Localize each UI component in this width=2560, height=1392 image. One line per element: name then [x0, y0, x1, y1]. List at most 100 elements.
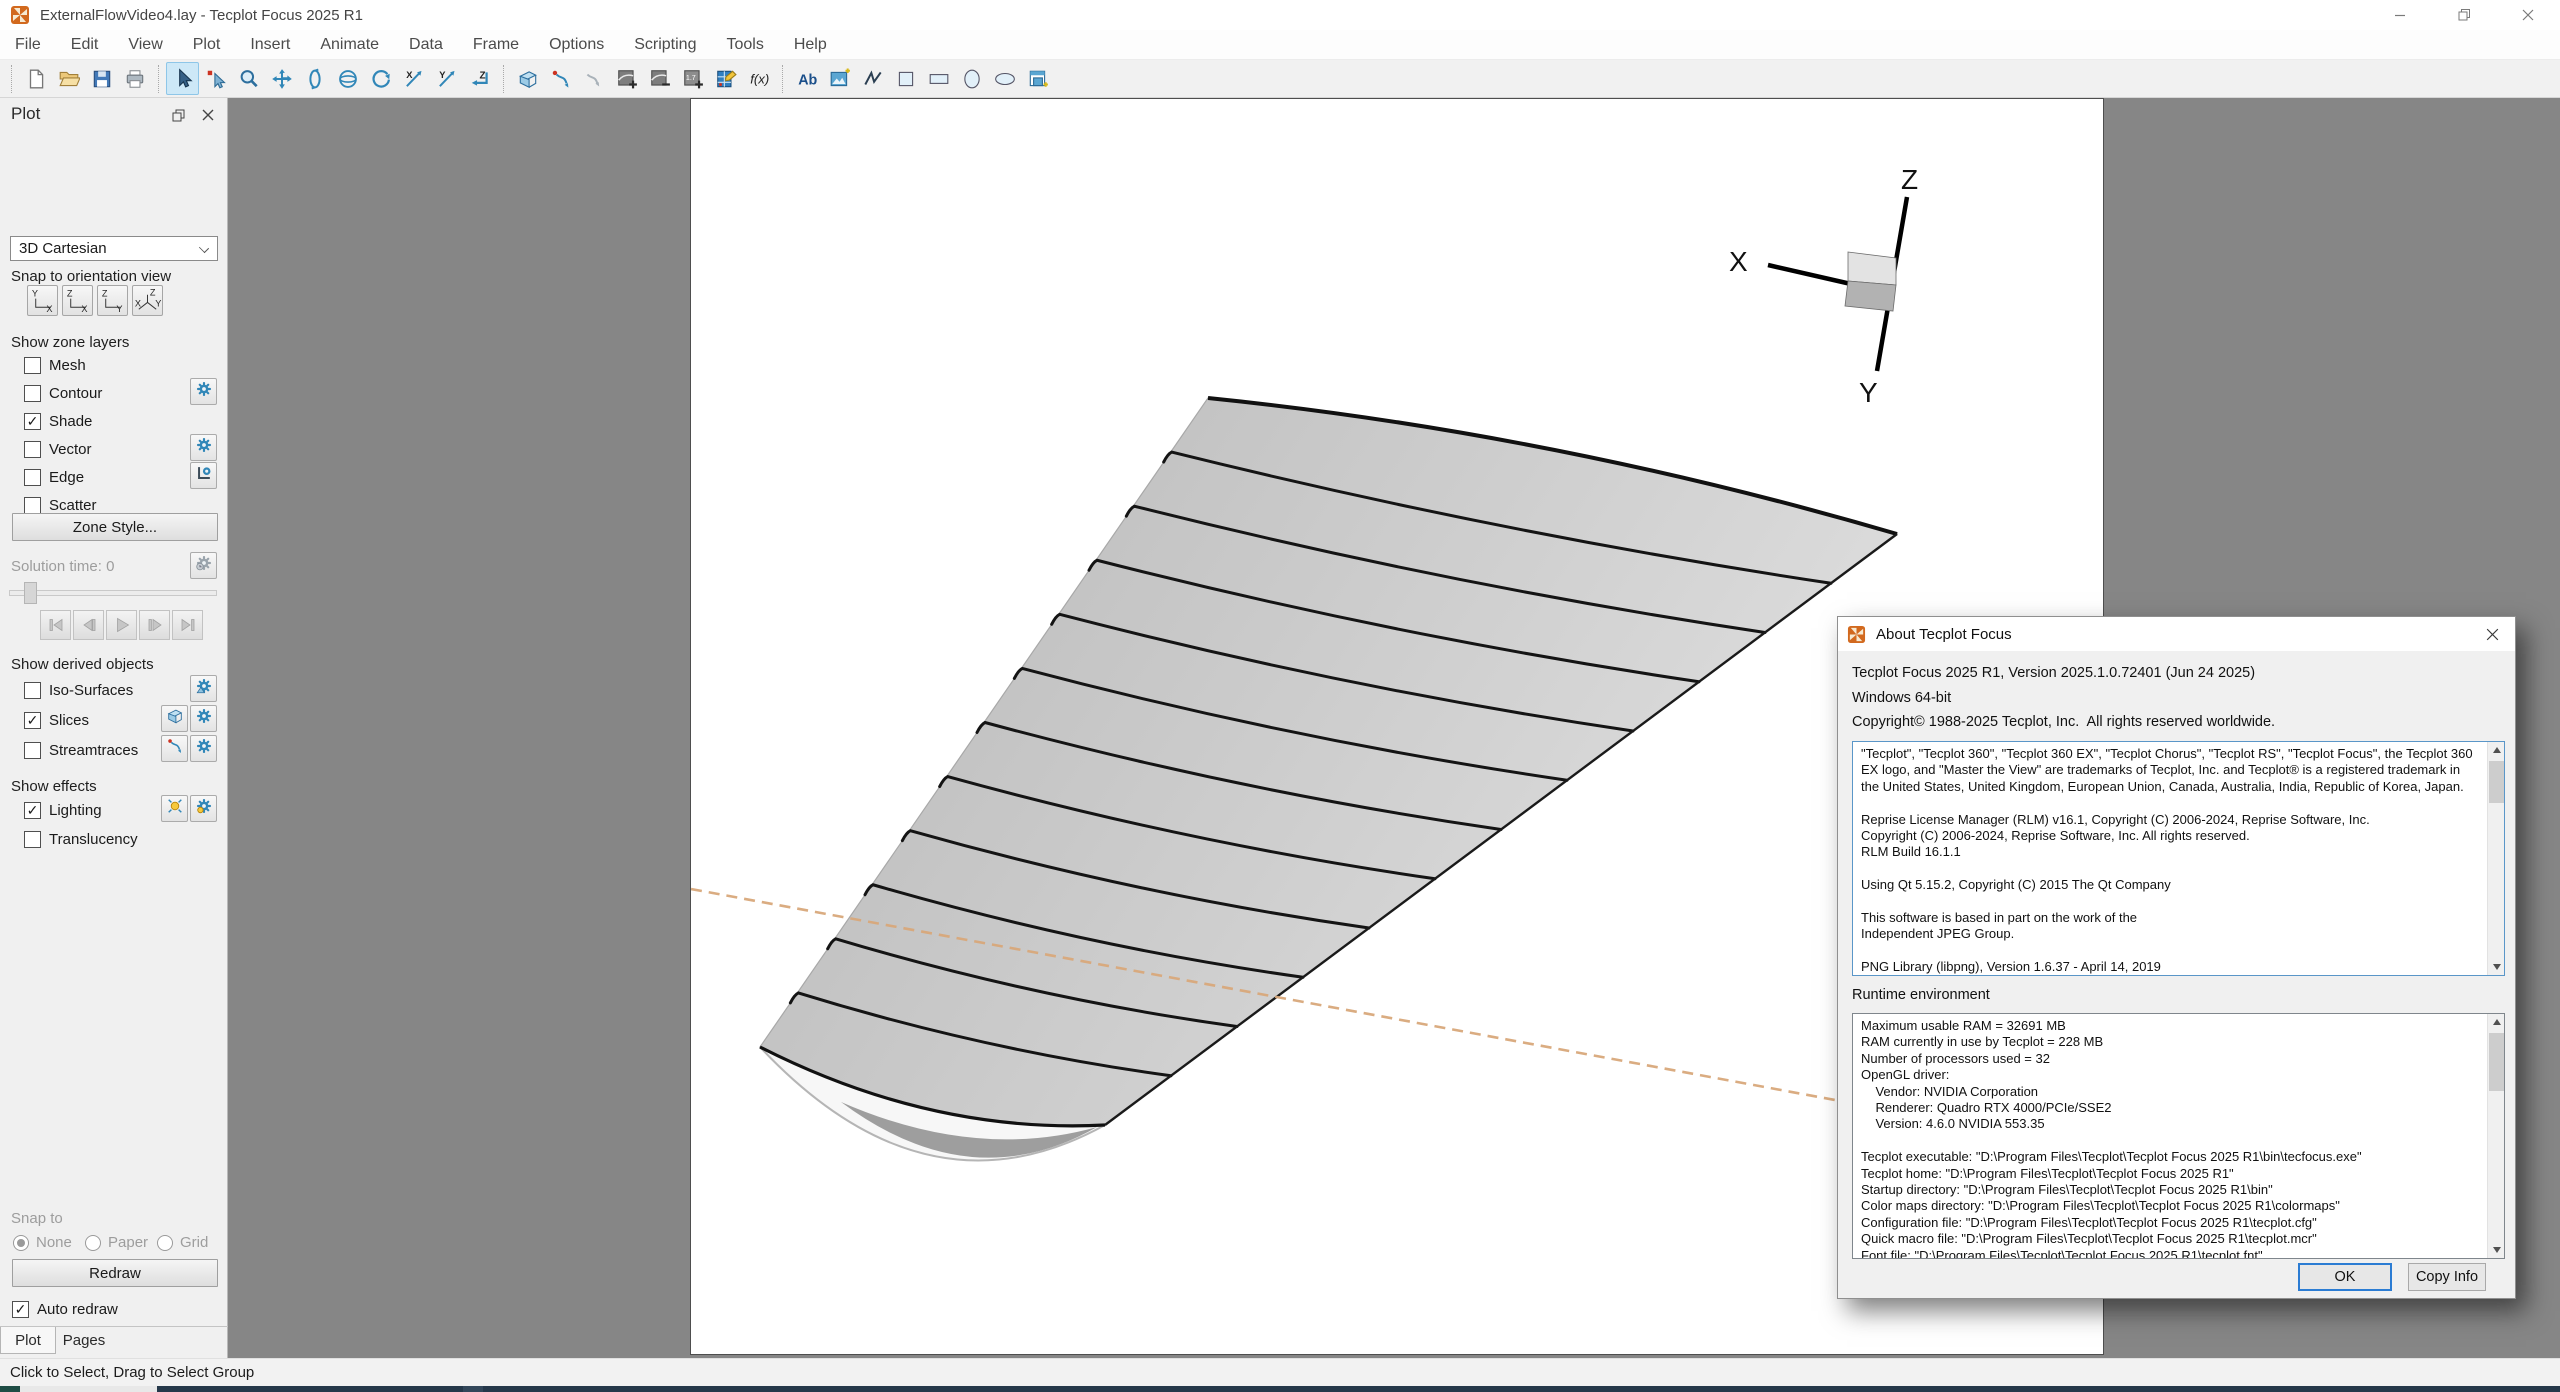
- menu-animate[interactable]: Animate: [305, 30, 394, 60]
- rotate-rollerball-button[interactable]: [298, 62, 331, 95]
- edge-details-button[interactable]: [190, 462, 217, 489]
- add-circle-button[interactable]: [955, 62, 988, 95]
- rotate-x-button[interactable]: X: [397, 62, 430, 95]
- scroll-up-icon[interactable]: [2488, 1014, 2505, 1031]
- contour-details-button[interactable]: [190, 378, 217, 405]
- add-contour-level-button[interactable]: [610, 62, 643, 95]
- zone-checkbox-mesh[interactable]: [24, 357, 41, 374]
- add-square-button[interactable]: [889, 62, 922, 95]
- zone-style-button[interactable]: Zone Style...: [12, 513, 218, 541]
- select-button[interactable]: [166, 62, 199, 95]
- slice-details-button[interactable]: [190, 705, 217, 732]
- plot-type-dropdown[interactable]: 3D Cartesian: [10, 236, 218, 261]
- lighting-place-button[interactable]: [161, 795, 188, 822]
- open-layout-button[interactable]: [52, 62, 85, 95]
- float-panel-icon[interactable]: [167, 104, 189, 126]
- streamtrace-place-button[interactable]: [161, 735, 188, 762]
- text-line: Copyright (C) 2006-2024, Reprise Softwar…: [1861, 828, 2487, 844]
- tab-pages[interactable]: Pages: [56, 1327, 112, 1354]
- adjust-button[interactable]: [199, 62, 232, 95]
- ok-button[interactable]: OK: [2298, 1263, 2392, 1291]
- zone-checkbox-edge[interactable]: [24, 469, 41, 486]
- add-text-button[interactable]: Ab: [790, 62, 823, 95]
- vector-details-button[interactable]: [190, 434, 217, 461]
- specify-equations-button[interactable]: f(x): [742, 62, 775, 95]
- license-scrollbar[interactable]: [2487, 742, 2504, 975]
- slice-tool-button[interactable]: [511, 62, 544, 95]
- zone-checkbox-shade[interactable]: ✓: [24, 413, 41, 430]
- delete-contour-level-button[interactable]: [643, 62, 676, 95]
- auto-redraw-checkbox-row[interactable]: ✓ Auto redraw: [12, 1298, 118, 1320]
- scroll-down-icon[interactable]: [2488, 958, 2505, 975]
- add-polyline-button[interactable]: [856, 62, 889, 95]
- menu-options[interactable]: Options: [534, 30, 619, 60]
- dialog-close-icon[interactable]: [2469, 617, 2515, 651]
- menu-data[interactable]: Data: [394, 30, 458, 60]
- derived-checkbox-streamtraces[interactable]: [24, 742, 41, 759]
- svg-text:Z: Z: [479, 70, 485, 81]
- menu-edit[interactable]: Edit: [56, 30, 114, 60]
- close-button[interactable]: [2496, 0, 2560, 30]
- slice-place-button[interactable]: [161, 705, 188, 732]
- contour-label-button[interactable]: 1.7: [676, 62, 709, 95]
- add-ellipse-button[interactable]: [988, 62, 1021, 95]
- new-layout-button[interactable]: [19, 62, 52, 95]
- derived-checkbox-iso-surfaces[interactable]: [24, 682, 41, 699]
- scroll-down-icon[interactable]: [2488, 1241, 2505, 1258]
- add-streamtrace-button[interactable]: [544, 62, 577, 95]
- menu-insert[interactable]: Insert: [235, 30, 305, 60]
- text-line: Independent JPEG Group.: [1861, 926, 2487, 942]
- zone-checkbox-scatter[interactable]: [24, 497, 41, 514]
- menu-help[interactable]: Help: [779, 30, 842, 60]
- rotate-z-button[interactable]: Z: [463, 62, 496, 95]
- auto-redraw-checkbox[interactable]: ✓: [12, 1301, 29, 1318]
- iso-surface-details-button[interactable]: [190, 675, 217, 702]
- menu-tools[interactable]: Tools: [711, 30, 778, 60]
- runtime-scrollbar[interactable]: [2487, 1014, 2504, 1258]
- edit-colormap-button[interactable]: [709, 62, 742, 95]
- add-rectangle-button[interactable]: [922, 62, 955, 95]
- add-image-geometry-icon: [829, 68, 851, 90]
- end-streamtrace-button[interactable]: [577, 62, 610, 95]
- streamtrace-details-button[interactable]: [190, 735, 217, 762]
- solution-time-label: Solution time: 0: [11, 558, 114, 575]
- zoom-button[interactable]: [232, 62, 265, 95]
- skip-to-start-button: [40, 610, 71, 640]
- menu-file[interactable]: File: [0, 30, 56, 60]
- tab-plot[interactable]: Plot: [0, 1327, 56, 1354]
- rotate-spherical-button[interactable]: [331, 62, 364, 95]
- add-image-geometry-button[interactable]: [823, 62, 856, 95]
- view-yx-button[interactable]: YX: [27, 285, 58, 316]
- close-panel-icon[interactable]: [197, 104, 219, 126]
- copy-info-button[interactable]: Copy Info: [2408, 1263, 2486, 1291]
- new-layout-icon: [25, 68, 47, 90]
- menu-frame[interactable]: Frame: [458, 30, 534, 60]
- view-xzy-button[interactable]: ZXY: [132, 285, 163, 316]
- menu-bar: FileEditViewPlotInsertAnimateDataFrameOp…: [0, 30, 2560, 60]
- menu-scripting[interactable]: Scripting: [619, 30, 711, 60]
- create-frame-button[interactable]: [1021, 62, 1054, 95]
- derived-checkbox-slices[interactable]: ✓: [24, 712, 41, 729]
- license-text-area[interactable]: "Tecplot", "Tecplot 360", "Tecplot 360 E…: [1852, 741, 2505, 976]
- menu-view[interactable]: View: [113, 30, 177, 60]
- print-button[interactable]: [118, 62, 151, 95]
- rotate-y-button[interactable]: Y: [430, 62, 463, 95]
- scroll-up-icon[interactable]: [2488, 742, 2505, 759]
- plot-type-value: 3D Cartesian: [19, 240, 107, 257]
- minimize-button[interactable]: [2368, 0, 2432, 30]
- restore-button[interactable]: [2432, 0, 2496, 30]
- zone-checkbox-vector[interactable]: [24, 441, 41, 458]
- effects-checkbox-translucency[interactable]: [24, 831, 41, 848]
- effects-checkbox-lighting[interactable]: ✓: [24, 802, 41, 819]
- lighting-details-button[interactable]: [190, 795, 217, 822]
- rotate-x-icon: X: [403, 68, 425, 90]
- translate-button[interactable]: [265, 62, 298, 95]
- rotate-twist-button[interactable]: [364, 62, 397, 95]
- view-zx-button[interactable]: ZX: [62, 285, 93, 316]
- save-layout-button[interactable]: [85, 62, 118, 95]
- zone-checkbox-contour[interactable]: [24, 385, 41, 402]
- menu-plot[interactable]: Plot: [178, 30, 236, 60]
- runtime-text-area[interactable]: Maximum usable RAM = 32691 MBRAM current…: [1852, 1013, 2505, 1259]
- redraw-button[interactable]: Redraw: [12, 1259, 218, 1287]
- view-zy-button[interactable]: ZY: [97, 285, 128, 316]
